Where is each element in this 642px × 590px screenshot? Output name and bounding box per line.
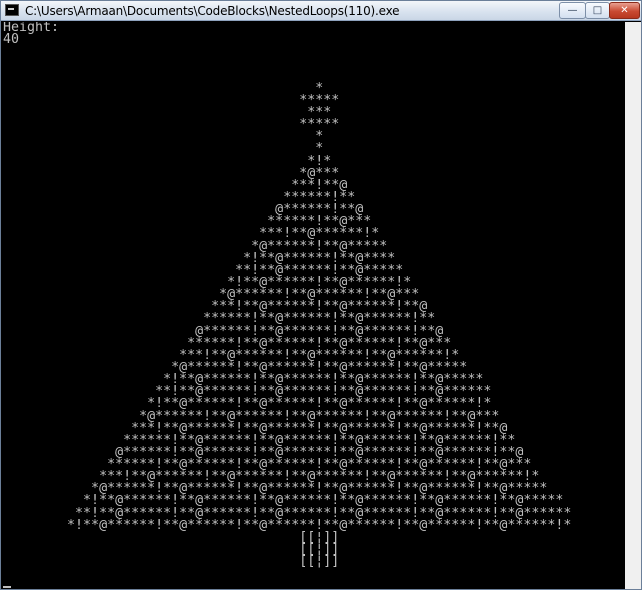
console-lines: Height: 40 * ***** *** ***** * * *!* *@*… — [3, 22, 623, 588]
console-line: [[¦]] — [3, 554, 340, 570]
close-button[interactable]: ✕ — [609, 2, 640, 19]
console-scrollbar[interactable] — [625, 22, 641, 589]
console-line: 40 — [3, 32, 20, 48]
window-title: C:\Users\Armaan\Documents\CodeBlocks\Nes… — [25, 4, 400, 18]
console-output[interactable]: Height: 40 * ***** *** ***** * * *!* *@*… — [3, 22, 623, 588]
minimize-button[interactable]: — — [559, 2, 586, 19]
console-app-icon[interactable] — [5, 4, 19, 16]
title-bar[interactable]: C:\Users\Armaan\Documents\CodeBlocks\Nes… — [1, 1, 641, 21]
console-line: Height: — [3, 22, 60, 35]
maximize-button[interactable]: □ — [585, 2, 610, 19]
text-cursor — [3, 586, 11, 588]
console-window: C:\Users\Armaan\Documents\CodeBlocks\Nes… — [0, 0, 642, 590]
